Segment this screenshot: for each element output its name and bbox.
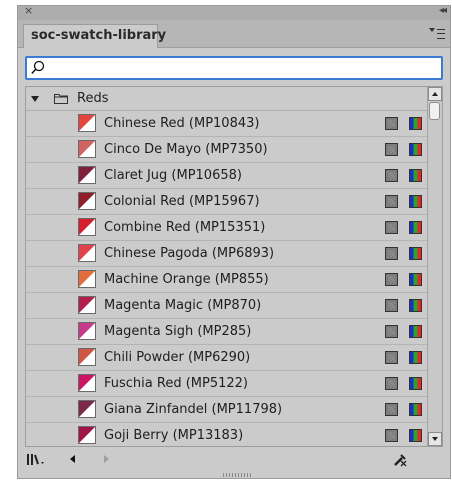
delete-swatch-icon[interactable] (392, 452, 408, 468)
folder-icon (54, 94, 68, 104)
rgb-mode-icon (409, 221, 422, 234)
swatch-color-chip (78, 270, 96, 288)
swatch-row[interactable]: Giana Zinfandel (MP11798) (26, 397, 427, 423)
panel-menu-icon[interactable] (429, 26, 445, 40)
swatch-name: Claret Jug (MP10658) (104, 168, 242, 183)
process-color-icon (385, 429, 398, 442)
swatch-row[interactable]: Chili Powder (MP6290) (26, 345, 427, 371)
swatch-row[interactable]: Chinese Red (MP10843) (26, 111, 427, 137)
swatch-color-chip (78, 426, 96, 444)
swatch-name: Cinco De Mayo (MP7350) (104, 142, 268, 157)
rgb-mode-icon (409, 247, 422, 260)
swatch-row[interactable]: Magenta Magic (MP870) (26, 293, 427, 319)
swatch-row[interactable]: Combine Red (MP15351) (26, 215, 427, 241)
process-color-icon (385, 351, 398, 364)
swatch-name: Colonial Red (MP15967) (104, 194, 260, 209)
process-color-icon (385, 403, 398, 416)
tab-soc-swatch-library[interactable]: soc-swatch-library (23, 24, 166, 48)
swatch-color-chip (78, 296, 96, 314)
rgb-mode-icon (409, 273, 422, 286)
swatch-name: Goji Berry (MP13183) (104, 428, 244, 443)
swatch-color-chip (78, 218, 96, 236)
swatch-color-chip (78, 114, 96, 132)
next-arrow-icon[interactable] (104, 455, 109, 463)
swatch-row[interactable]: Fuschia Red (MP5122) (26, 371, 427, 397)
process-color-icon (385, 325, 398, 338)
search-field[interactable] (25, 56, 443, 80)
double-chevron-left-icon[interactable]: ◂◂ (439, 5, 447, 16)
swatch-name: Chinese Red (MP10843) (104, 116, 260, 131)
resize-grip[interactable] (223, 473, 253, 477)
swatch-name: Combine Red (MP15351) (104, 220, 266, 235)
disclosure-triangle-icon[interactable] (31, 96, 39, 102)
process-color-icon (385, 117, 398, 130)
search-input[interactable] (47, 58, 441, 80)
process-color-icon (385, 169, 398, 182)
scroll-up-button[interactable] (428, 87, 442, 101)
rgb-mode-icon (409, 403, 422, 416)
process-color-icon (385, 195, 398, 208)
swatch-row[interactable]: Magenta Sigh (MP285) (26, 319, 427, 345)
swatch-library-panel: × ◂◂ soc-swatch-library Reds Chinese Red… (17, 4, 451, 479)
swatch-color-chip (78, 348, 96, 366)
swatch-color-chip (78, 400, 96, 418)
process-color-icon (385, 273, 398, 286)
tab-label: soc-swatch-library (31, 28, 167, 43)
swatch-color-chip (78, 244, 96, 262)
swatch-color-chip (78, 374, 96, 392)
process-color-icon (385, 221, 398, 234)
rgb-mode-icon (409, 377, 422, 390)
swatch-name: Magenta Sigh (MP285) (104, 324, 252, 339)
process-color-icon (385, 299, 398, 312)
library-menu-icon[interactable] (26, 453, 48, 467)
rgb-mode-icon (409, 429, 422, 442)
swatch-color-chip (78, 192, 96, 210)
swatch-name: Chili Powder (MP6290) (104, 350, 251, 365)
rgb-mode-icon (409, 325, 422, 338)
scroll-down-button[interactable] (428, 432, 442, 446)
bottom-toolbar (18, 449, 450, 471)
swatch-list: Reds Chinese Red (MP10843) Cinco De Mayo … (25, 86, 443, 447)
rgb-mode-icon (409, 351, 422, 364)
process-color-icon (385, 143, 398, 156)
swatch-row[interactable]: Cinco De Mayo (MP7350) (26, 137, 427, 163)
rgb-mode-icon (409, 117, 422, 130)
swatch-name: Giana Zinfandel (MP11798) (104, 402, 283, 417)
scrollbar[interactable] (427, 87, 442, 446)
rgb-mode-icon (409, 143, 422, 156)
swatch-color-chip (78, 140, 96, 158)
close-icon[interactable]: × (24, 4, 33, 17)
process-color-icon (385, 377, 398, 390)
swatch-row[interactable]: Goji Berry (MP13183) (26, 423, 427, 446)
swatch-name: Machine Orange (MP855) (104, 272, 269, 287)
swatch-row[interactable]: Colonial Red (MP15967) (26, 189, 427, 215)
rgb-mode-icon (409, 299, 422, 312)
previous-arrow-icon[interactable] (70, 455, 75, 463)
rgb-mode-icon (409, 195, 422, 208)
swatch-row[interactable]: Claret Jug (MP10658) (26, 163, 427, 189)
swatch-name: Magenta Magic (MP870) (104, 298, 262, 313)
group-name: Reds (77, 91, 109, 106)
group-row-reds[interactable]: Reds (26, 87, 427, 111)
panel-titlebar: × ◂◂ (18, 4, 450, 20)
search-icon (31, 60, 45, 75)
rgb-mode-icon (409, 169, 422, 182)
scroll-thumb[interactable] (429, 102, 440, 120)
swatch-row[interactable]: Machine Orange (MP855) (26, 267, 427, 293)
swatch-row[interactable]: Chinese Pagoda (MP6893) (26, 241, 427, 267)
tab-row: soc-swatch-library (18, 20, 450, 48)
swatch-color-chip (78, 166, 96, 184)
process-color-icon (385, 247, 398, 260)
swatch-name: Fuschia Red (MP5122) (104, 376, 248, 391)
swatch-name: Chinese Pagoda (MP6893) (104, 246, 275, 261)
swatch-color-chip (78, 322, 96, 340)
